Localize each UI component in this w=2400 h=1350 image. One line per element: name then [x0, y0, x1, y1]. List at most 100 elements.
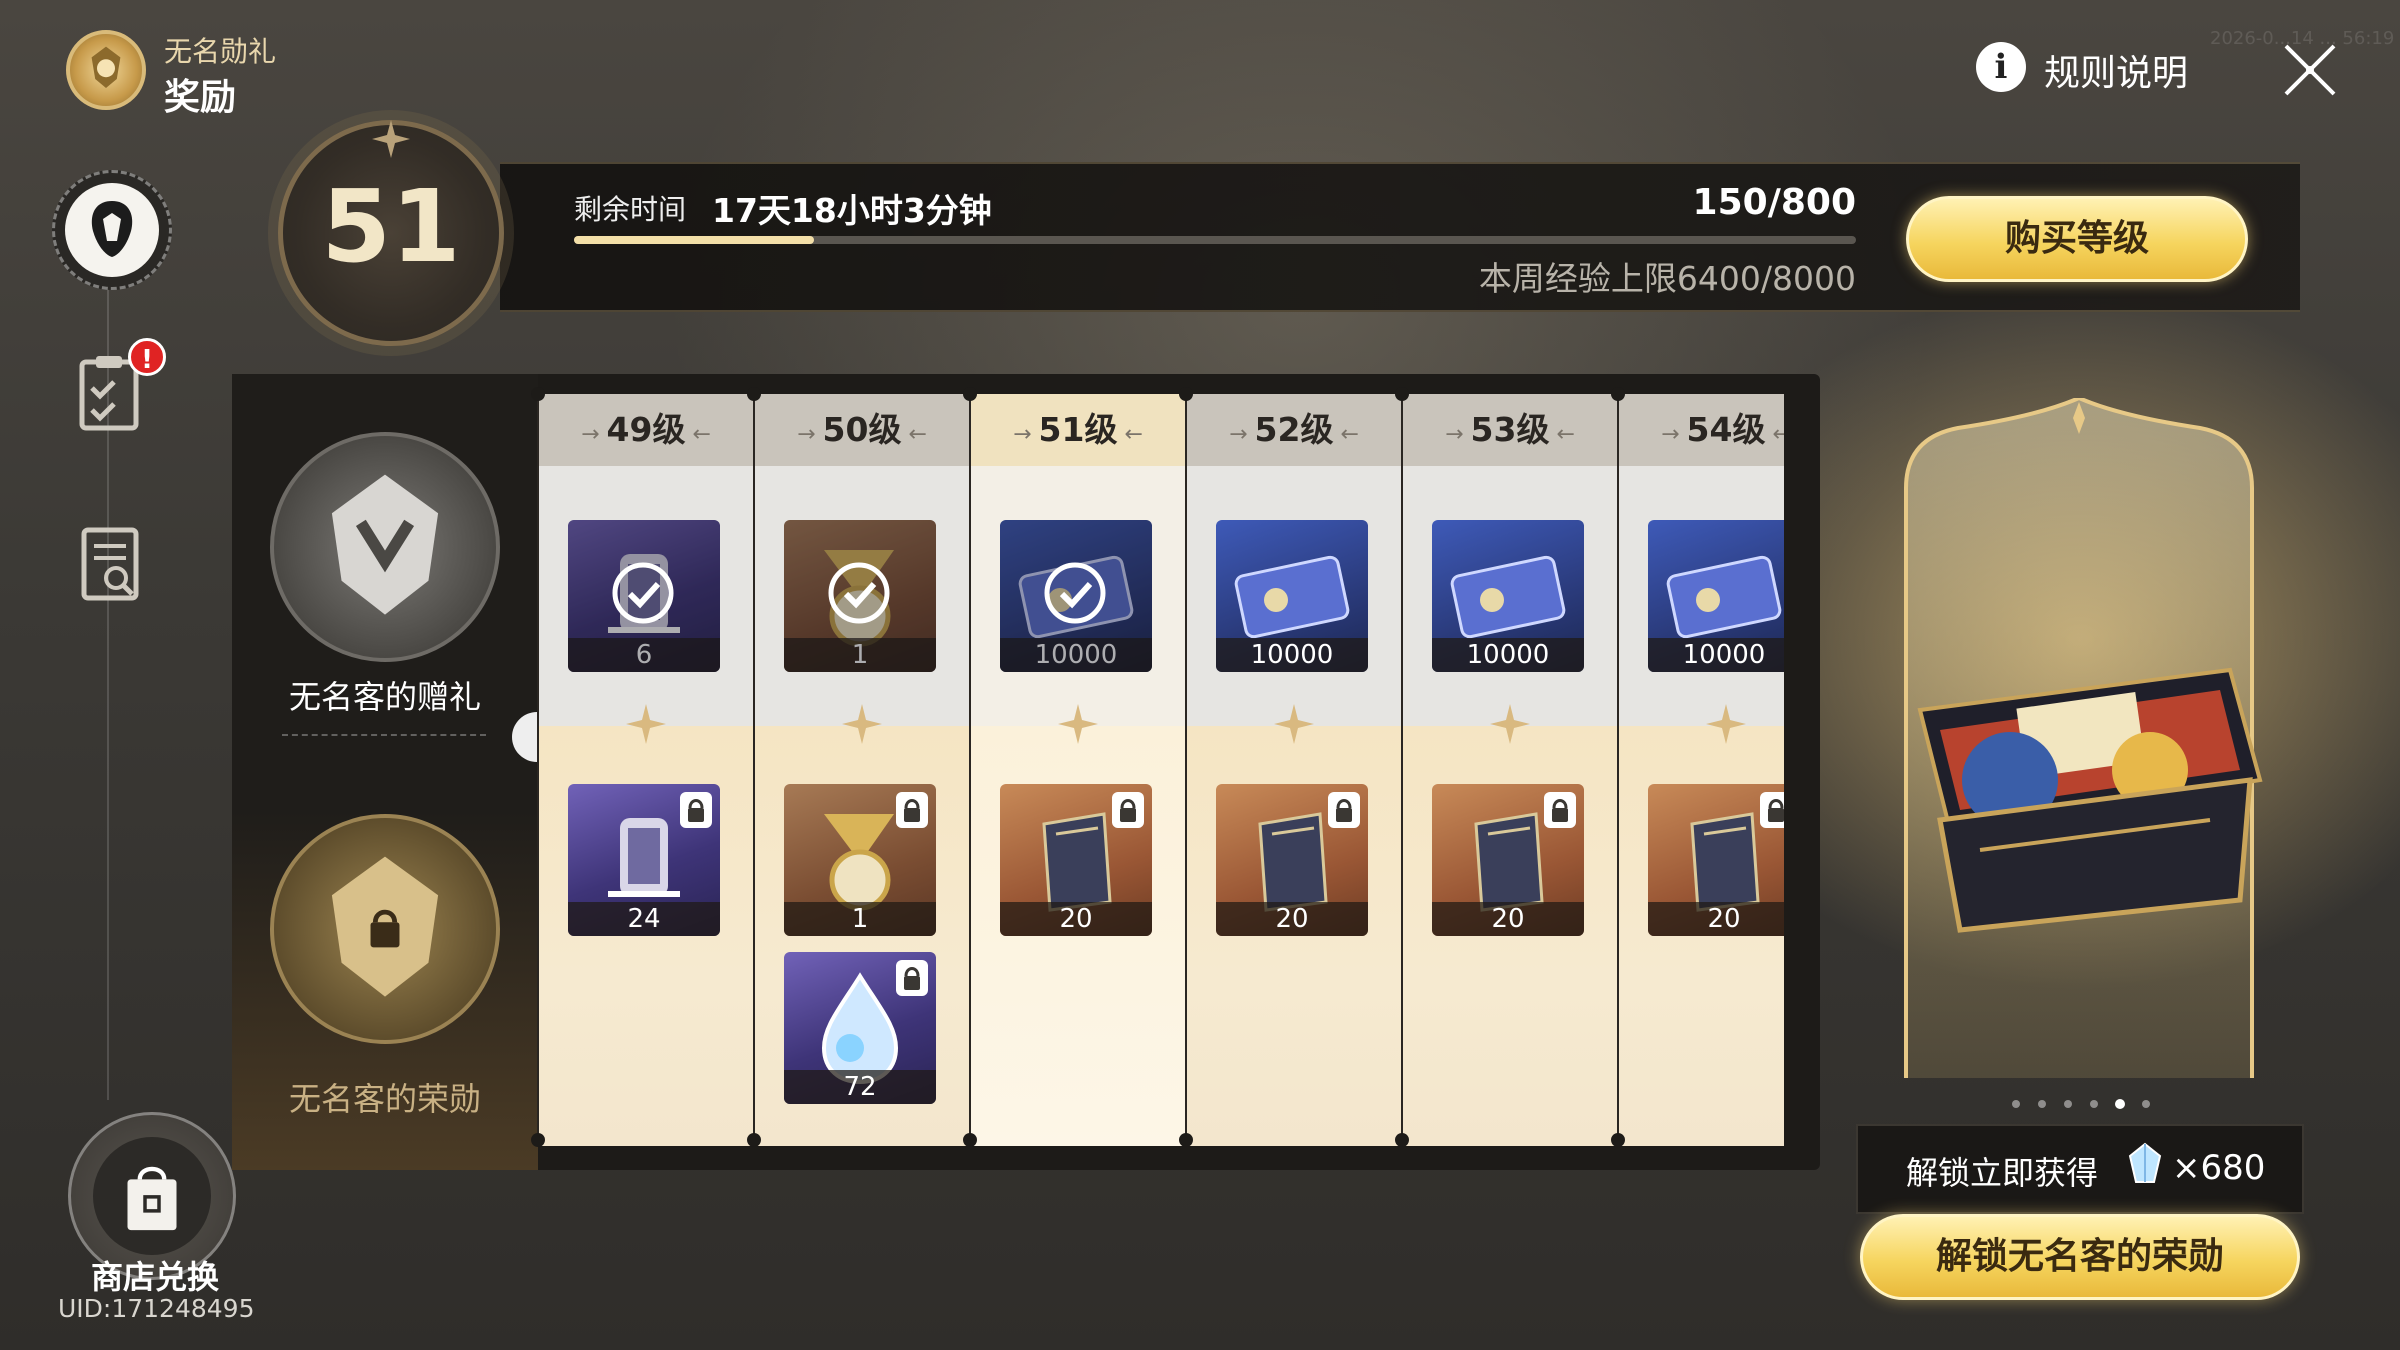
level-column: → 54级 ← 10000 20 — [1618, 394, 1784, 1146]
sidebar-item-records[interactable] — [80, 526, 140, 602]
divider-dot — [1395, 1133, 1409, 1147]
lock-icon — [1108, 788, 1148, 832]
divider-dot — [1395, 387, 1409, 401]
paid-reward-item[interactable]: 20 — [1648, 784, 1784, 936]
divider-dot — [531, 387, 545, 401]
level-label: 50级 — [822, 410, 902, 449]
carousel-dot[interactable] — [2064, 1100, 2072, 1108]
divider-dot — [963, 387, 977, 401]
free-reward-item[interactable]: 10000 — [1648, 520, 1784, 672]
column-divider — [537, 394, 539, 1146]
level-label: 51级 — [1038, 410, 1118, 449]
exp-progress-fill — [574, 236, 814, 244]
column-divider — [1401, 394, 1403, 1146]
sparkle-icon — [626, 704, 666, 744]
column-divider — [1185, 394, 1187, 1146]
level-column: → 50级 ← 1 1 72 — [754, 394, 970, 1146]
level-column: → 51级 ← 10000 20 — [970, 394, 1186, 1146]
item-quantity: 24 — [568, 902, 720, 936]
carousel-dot[interactable] — [2038, 1100, 2046, 1108]
level-column-header: → 53级 ← — [1402, 394, 1618, 466]
alert-badge: ! — [128, 338, 166, 376]
item-quantity: 10000 — [1648, 638, 1784, 672]
item-quantity: 20 — [1648, 902, 1784, 936]
carousel-dot[interactable] — [2012, 1100, 2020, 1108]
paid-track-emblem-icon — [270, 814, 500, 1044]
carousel-dots[interactable] — [2010, 1098, 2150, 1110]
level-column: → 53级 ← 10000 20 — [1402, 394, 1618, 1146]
unlock-paid-track-button[interactable]: 解锁无名客的荣勋 — [1860, 1214, 2300, 1300]
pass-icon — [65, 183, 159, 277]
level-label: 54级 — [1686, 410, 1766, 449]
item-quantity: 20 — [1432, 902, 1584, 936]
sparkle-icon — [842, 704, 882, 744]
buy-level-button[interactable]: 购买等级 — [1906, 196, 2248, 282]
lock-icon — [676, 788, 716, 832]
weekly-exp-cap: 本周经验上限6400/8000 — [1478, 259, 1856, 298]
divider-dot — [1179, 1133, 1193, 1147]
time-remaining-label: 剩余时间 — [574, 193, 687, 226]
close-icon[interactable] — [2280, 40, 2340, 100]
item-quantity: 6 — [568, 638, 720, 672]
claimed-check-icon — [1042, 560, 1108, 626]
divider-dot — [1179, 387, 1193, 401]
free-track-label: 无名客的赠礼 — [288, 678, 481, 716]
paid-reward-item[interactable]: 24 — [568, 784, 720, 936]
info-icon[interactable]: i — [1976, 42, 2026, 92]
rules-button[interactable]: 规则说明 — [2044, 44, 2188, 96]
item-quantity: 1 — [784, 638, 936, 672]
free-reward-item[interactable]: 10000 — [1432, 520, 1584, 672]
divider-dot — [1611, 1133, 1625, 1147]
current-level: 51 — [321, 168, 461, 285]
paid-reward-item[interactable]: 20 — [1000, 784, 1152, 936]
paid-reward-item[interactable]: 72 — [784, 952, 936, 1104]
divider-dot — [1611, 387, 1625, 401]
free-reward-item[interactable]: 1 — [784, 520, 936, 672]
level-column-header: → 49级 ← — [538, 394, 754, 466]
carousel-dot[interactable] — [2115, 1099, 2125, 1109]
sparkle-icon — [1058, 704, 1098, 744]
carousel-dot[interactable] — [2142, 1100, 2150, 1108]
stellar-jade-icon — [2128, 1142, 2162, 1183]
star-icon — [372, 120, 410, 158]
item-quantity: 1 — [784, 902, 936, 936]
free-reward-item[interactable]: 10000 — [1000, 520, 1152, 672]
item-quantity: 72 — [784, 1070, 936, 1104]
paid-reward-item[interactable]: 1 — [784, 784, 936, 936]
item-quantity: 10000 — [1216, 638, 1368, 672]
lock-icon — [1540, 788, 1580, 832]
unlock-info-text: 解锁立即获得 — [1906, 1154, 2099, 1192]
sparkle-icon — [1706, 704, 1746, 744]
time-remaining-value: 17天18小时3分钟 — [712, 191, 992, 230]
divider-dot — [531, 1133, 545, 1147]
paid-reward-item[interactable]: 20 — [1216, 784, 1368, 936]
paid-reward-item[interactable]: 20 — [1432, 784, 1584, 936]
level-label: 52级 — [1254, 410, 1334, 449]
claimed-check-icon — [610, 560, 676, 626]
item-quantity: 10000 — [1432, 638, 1584, 672]
sidebar-item-rewards[interactable] — [52, 170, 172, 290]
carousel-dot[interactable] — [2090, 1100, 2098, 1108]
free-reward-item[interactable]: 10000 — [1216, 520, 1368, 672]
level-column-header: → 52级 ← — [1186, 394, 1402, 466]
event-emblem-icon — [66, 30, 146, 110]
lock-icon — [892, 788, 932, 832]
level-label: 49级 — [606, 410, 686, 449]
level-column-header: → 50级 ← — [754, 394, 970, 466]
shopping-bag-icon — [93, 1137, 211, 1255]
free-reward-item[interactable]: 6 — [568, 520, 720, 672]
level-label: 53级 — [1470, 410, 1550, 449]
treasure-chest-image — [1917, 667, 2263, 933]
level-column: → 52级 ← 10000 20 — [1186, 394, 1402, 1146]
item-quantity: 20 — [1000, 902, 1152, 936]
track-divider — [282, 734, 486, 736]
item-quantity: 10000 — [1000, 638, 1152, 672]
level-column-header: → 54级 ← — [1618, 394, 1784, 466]
sparkle-icon — [1490, 704, 1530, 744]
event-name: 无名勋礼 — [164, 35, 277, 68]
shop-label: 商店兑换 — [90, 1258, 219, 1296]
lock-icon — [1756, 788, 1784, 832]
level-column: → 49级 ← 6 24 — [538, 394, 754, 1146]
lock-icon — [1324, 788, 1364, 832]
paid-track-label: 无名客的荣勋 — [288, 1080, 481, 1118]
